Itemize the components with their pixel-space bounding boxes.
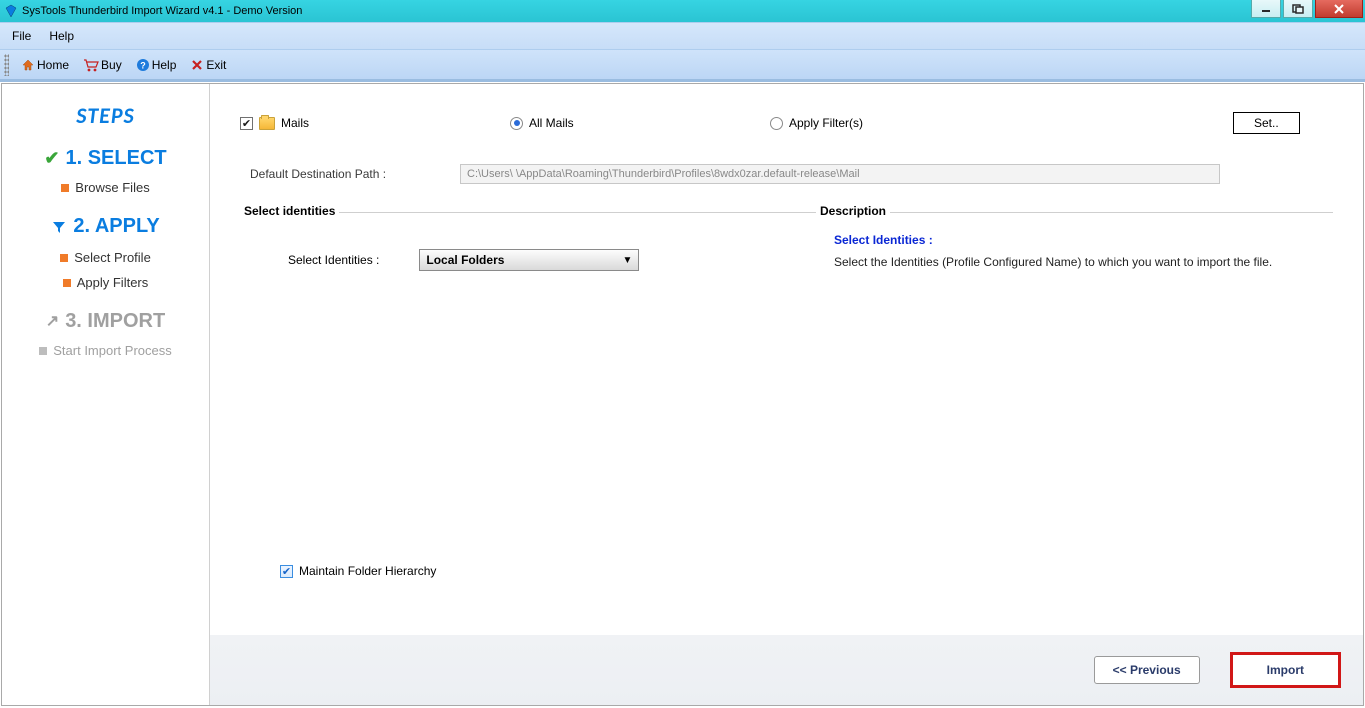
step-1-label: 1. SELECT <box>65 147 166 170</box>
steps-title: STEPS <box>6 102 205 129</box>
content-panel: ✔ Mails All Mails Apply Filter(s) Set.. … <box>210 84 1363 705</box>
title-bar: SysTools Thunderbird Import Wizard v4.1 … <box>0 0 1365 22</box>
filter-icon <box>51 219 67 235</box>
menu-file[interactable]: File <box>12 29 31 43</box>
description-group: Description Select Identities : Select t… <box>816 212 1333 502</box>
description-legend: Description <box>816 204 890 218</box>
close-button[interactable] <box>1315 0 1363 18</box>
select-identities-label: Select Identities : <box>288 253 379 267</box>
apply-filters-radio[interactable] <box>770 117 783 130</box>
exit-icon <box>190 58 204 72</box>
set-button[interactable]: Set.. <box>1233 112 1300 134</box>
mails-label: Mails <box>281 116 309 130</box>
identities-value: Local Folders <box>426 253 504 267</box>
step-2-sub1: Select Profile <box>6 250 205 265</box>
maintain-hierarchy-row: ✔ Maintain Folder Hierarchy <box>280 564 436 578</box>
step-3-label: 3. IMPORT <box>65 310 165 333</box>
select-identities-legend: Select identities <box>240 204 339 218</box>
menu-bar: File Help <box>0 22 1365 50</box>
identities-combobox[interactable]: Local Folders ▼ <box>419 249 639 271</box>
description-title: Select Identities : <box>816 223 1333 255</box>
import-button[interactable]: Import <box>1230 652 1341 688</box>
window-title: SysTools Thunderbird Import Wizard v4.1 … <box>22 5 302 17</box>
toolbar-home[interactable]: Home <box>15 56 75 74</box>
toolbar-help[interactable]: ? Help <box>130 56 183 74</box>
step-2-label: 2. APPLY <box>73 215 159 238</box>
apply-filters-label: Apply Filter(s) <box>789 116 863 130</box>
check-icon: ✔ <box>44 148 59 169</box>
minimize-button[interactable] <box>1251 0 1281 18</box>
menu-help[interactable]: Help <box>49 29 74 43</box>
app-icon <box>4 4 18 18</box>
previous-button[interactable]: << Previous <box>1094 656 1200 684</box>
maintain-hierarchy-label: Maintain Folder Hierarchy <box>299 564 436 578</box>
help-icon: ? <box>136 58 150 72</box>
toolbar-grip <box>4 54 9 76</box>
toolbar-help-label: Help <box>152 58 177 72</box>
home-icon <box>21 58 35 72</box>
arrow-icon: ↗ <box>46 311 59 331</box>
step-1: ✔ 1. SELECT Browse Files <box>6 147 205 195</box>
toolbar-buy-label: Buy <box>101 58 122 72</box>
toolbar: Home Buy ? Help Exit <box>0 50 1365 82</box>
cart-icon <box>83 58 99 72</box>
toolbar-exit-label: Exit <box>206 58 226 72</box>
wizard-footer: << Previous Import <box>210 635 1363 705</box>
folder-icon <box>259 117 275 130</box>
step-1-sub: Browse Files <box>6 180 205 195</box>
step-2: 2. APPLY Select Profile Apply Filters <box>6 215 205 290</box>
dest-path-label: Default Destination Path : <box>240 167 460 181</box>
description-body: Select the Identities (Profile Configure… <box>816 255 1333 269</box>
all-mails-radio[interactable] <box>510 117 523 130</box>
all-mails-label: All Mails <box>529 116 574 130</box>
svg-text:?: ? <box>140 60 146 70</box>
step-3: ↗ 3. IMPORT Start Import Process <box>6 310 205 358</box>
toolbar-exit[interactable]: Exit <box>184 56 232 74</box>
steps-sidebar: STEPS ✔ 1. SELECT Browse Files 2. APPLY … <box>2 84 210 705</box>
select-identities-group: Select identities Select Identities : Lo… <box>240 212 816 502</box>
maximize-button[interactable] <box>1283 0 1313 18</box>
chevron-down-icon: ▼ <box>622 255 632 266</box>
mails-checkbox[interactable]: ✔ <box>240 117 253 130</box>
step-2-sub2: Apply Filters <box>6 275 205 290</box>
maintain-hierarchy-checkbox[interactable]: ✔ <box>280 565 293 578</box>
toolbar-buy[interactable]: Buy <box>77 56 128 74</box>
step-3-sub: Start Import Process <box>6 343 205 358</box>
toolbar-home-label: Home <box>37 58 69 72</box>
dest-path-field: C:\Users\ \AppData\Roaming\Thunderbird\P… <box>460 164 1220 184</box>
